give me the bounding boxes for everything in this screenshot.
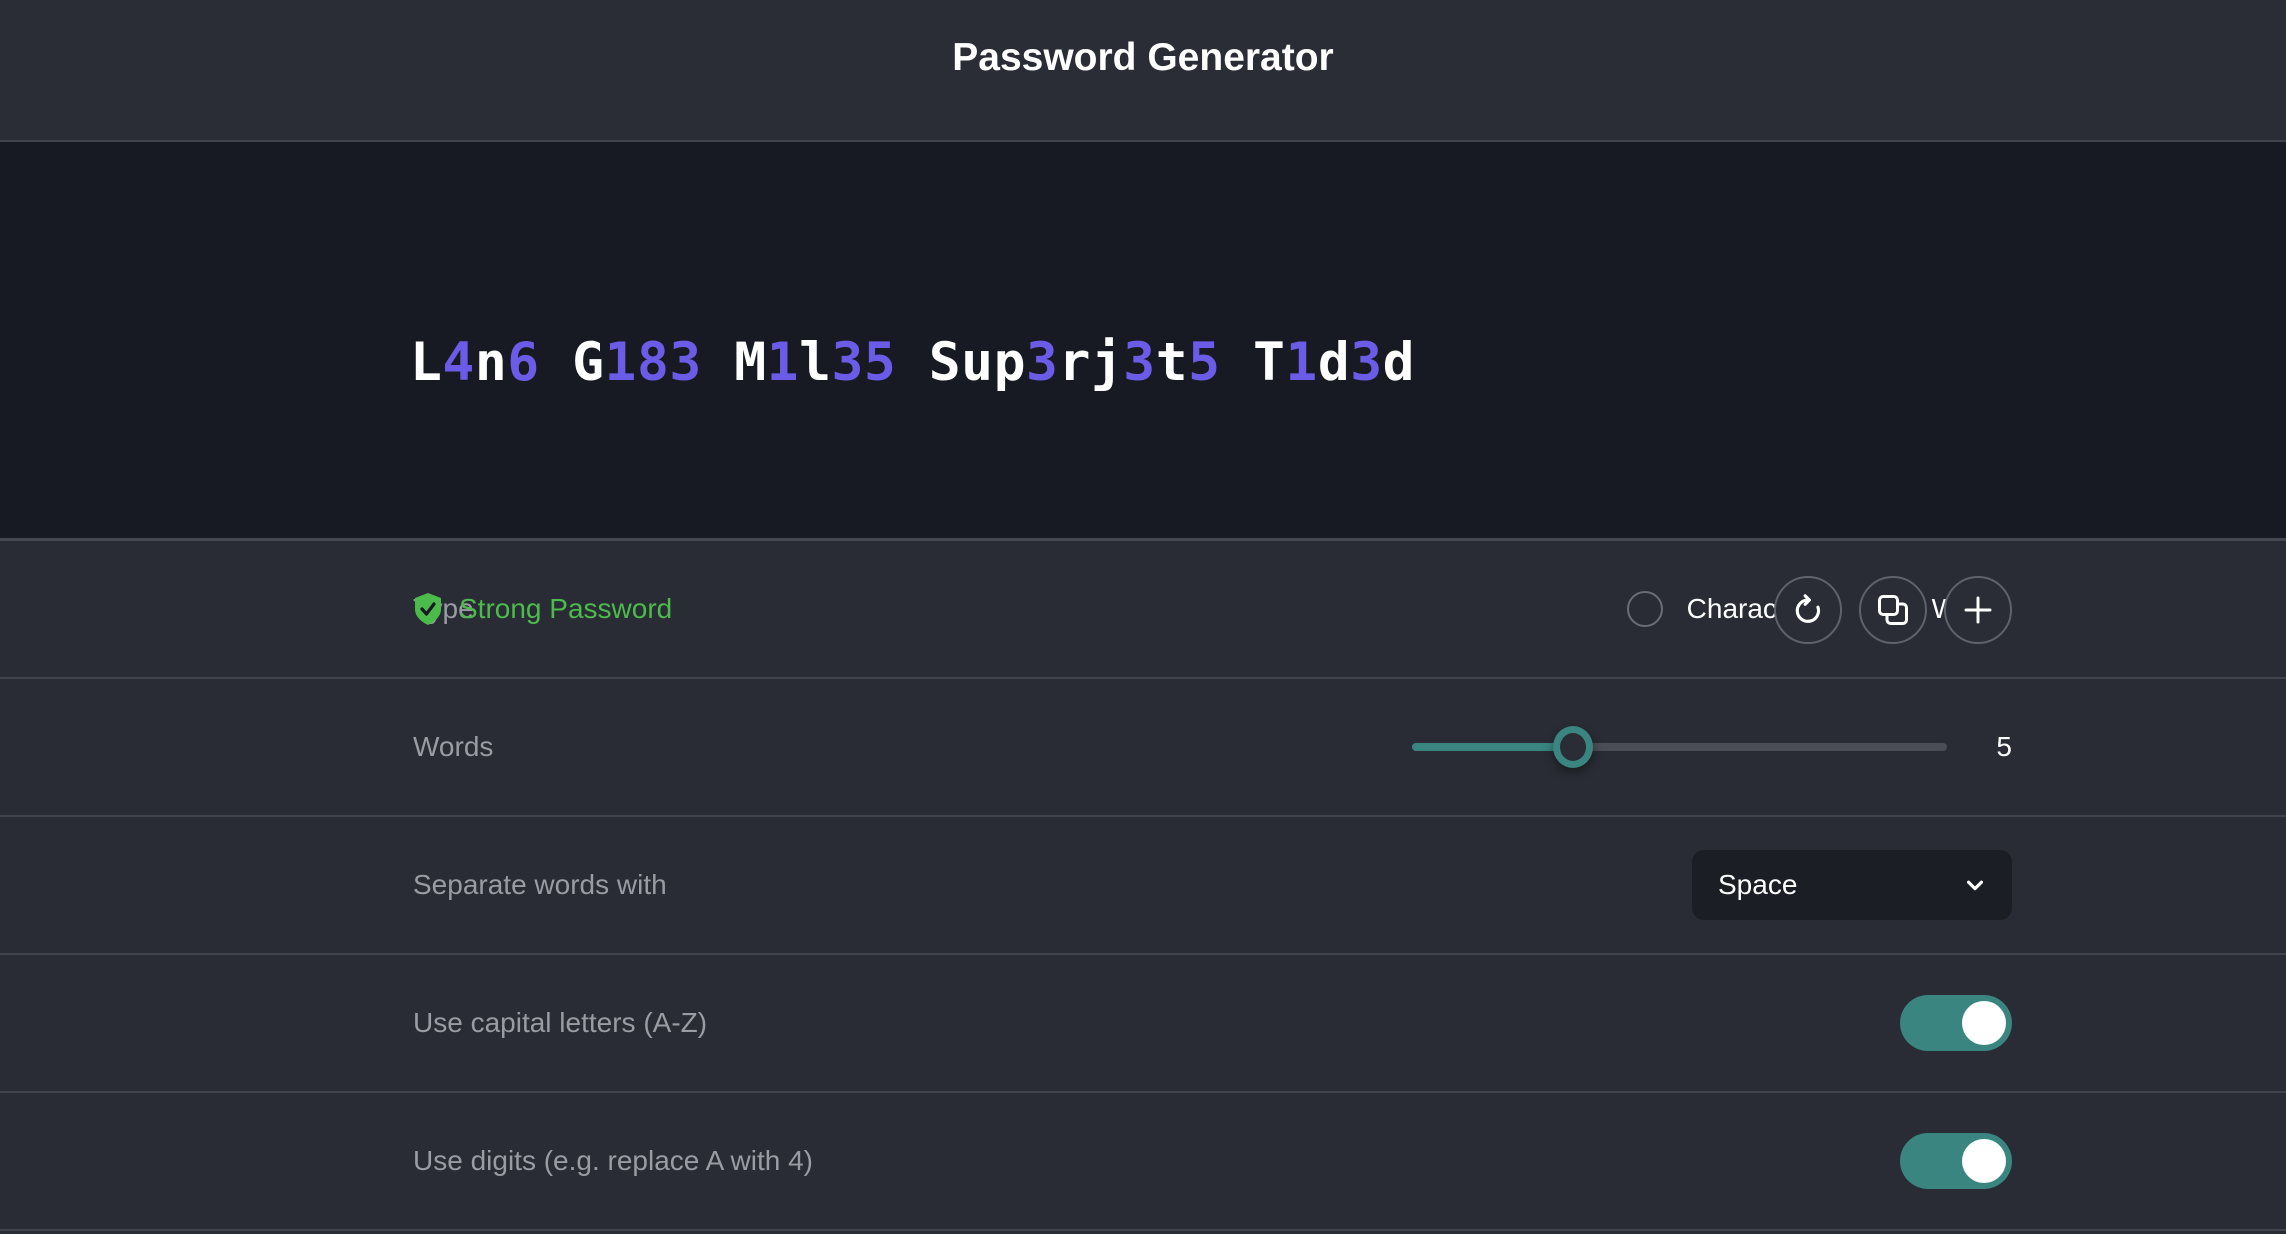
shield-check-icon xyxy=(415,593,441,625)
regenerate-button[interactable] xyxy=(1774,576,1842,644)
separator-select[interactable]: Space xyxy=(1692,850,2012,920)
page-title: Password Generator xyxy=(952,36,1334,79)
digits-label: Use digits (e.g. replace A with 4) xyxy=(413,1145,813,1176)
refresh-icon xyxy=(1795,594,1821,623)
strength-indicator: Strong Password xyxy=(413,592,672,626)
digits-toggle[interactable] xyxy=(1900,1133,2012,1189)
password-panel: L4n6 G183 M1l35 Sup3rj3t5 T1d3d Strong P… xyxy=(0,142,2286,644)
words-slider[interactable] xyxy=(1412,726,1947,768)
separator-value: Space xyxy=(1718,869,1798,900)
capitals-row: Use capital letters (A-Z) xyxy=(0,955,2286,1093)
title-bar: Password Generator xyxy=(0,0,2286,142)
capitals-toggle[interactable] xyxy=(1900,995,2012,1051)
separator-row: Separate words with Space xyxy=(0,817,2286,955)
words-label: Words xyxy=(413,731,494,762)
copy-button[interactable] xyxy=(1859,576,1927,644)
chevron-down-icon xyxy=(1966,880,1984,891)
strength-label: Strong Password xyxy=(459,593,673,624)
radio-unchecked-icon xyxy=(1626,591,1663,627)
digits-row: Use digits (e.g. replace A with 4) xyxy=(0,1093,2286,1231)
add-button[interactable] xyxy=(1944,576,2012,644)
separator-label: Separate words with xyxy=(413,869,667,900)
words-row: Words 5 xyxy=(0,679,2286,817)
copy-icon xyxy=(1878,595,1908,625)
plus-icon xyxy=(1964,596,1992,624)
slider-fill xyxy=(1412,743,1573,751)
words-value: 5 xyxy=(1996,731,2012,762)
slider-thumb[interactable] xyxy=(1552,726,1593,768)
generated-password[interactable]: L4n6 G183 M1l35 Sup3rj3t5 T1d3d xyxy=(410,332,1415,393)
capitals-label: Use capital letters (A-Z) xyxy=(413,1007,708,1038)
